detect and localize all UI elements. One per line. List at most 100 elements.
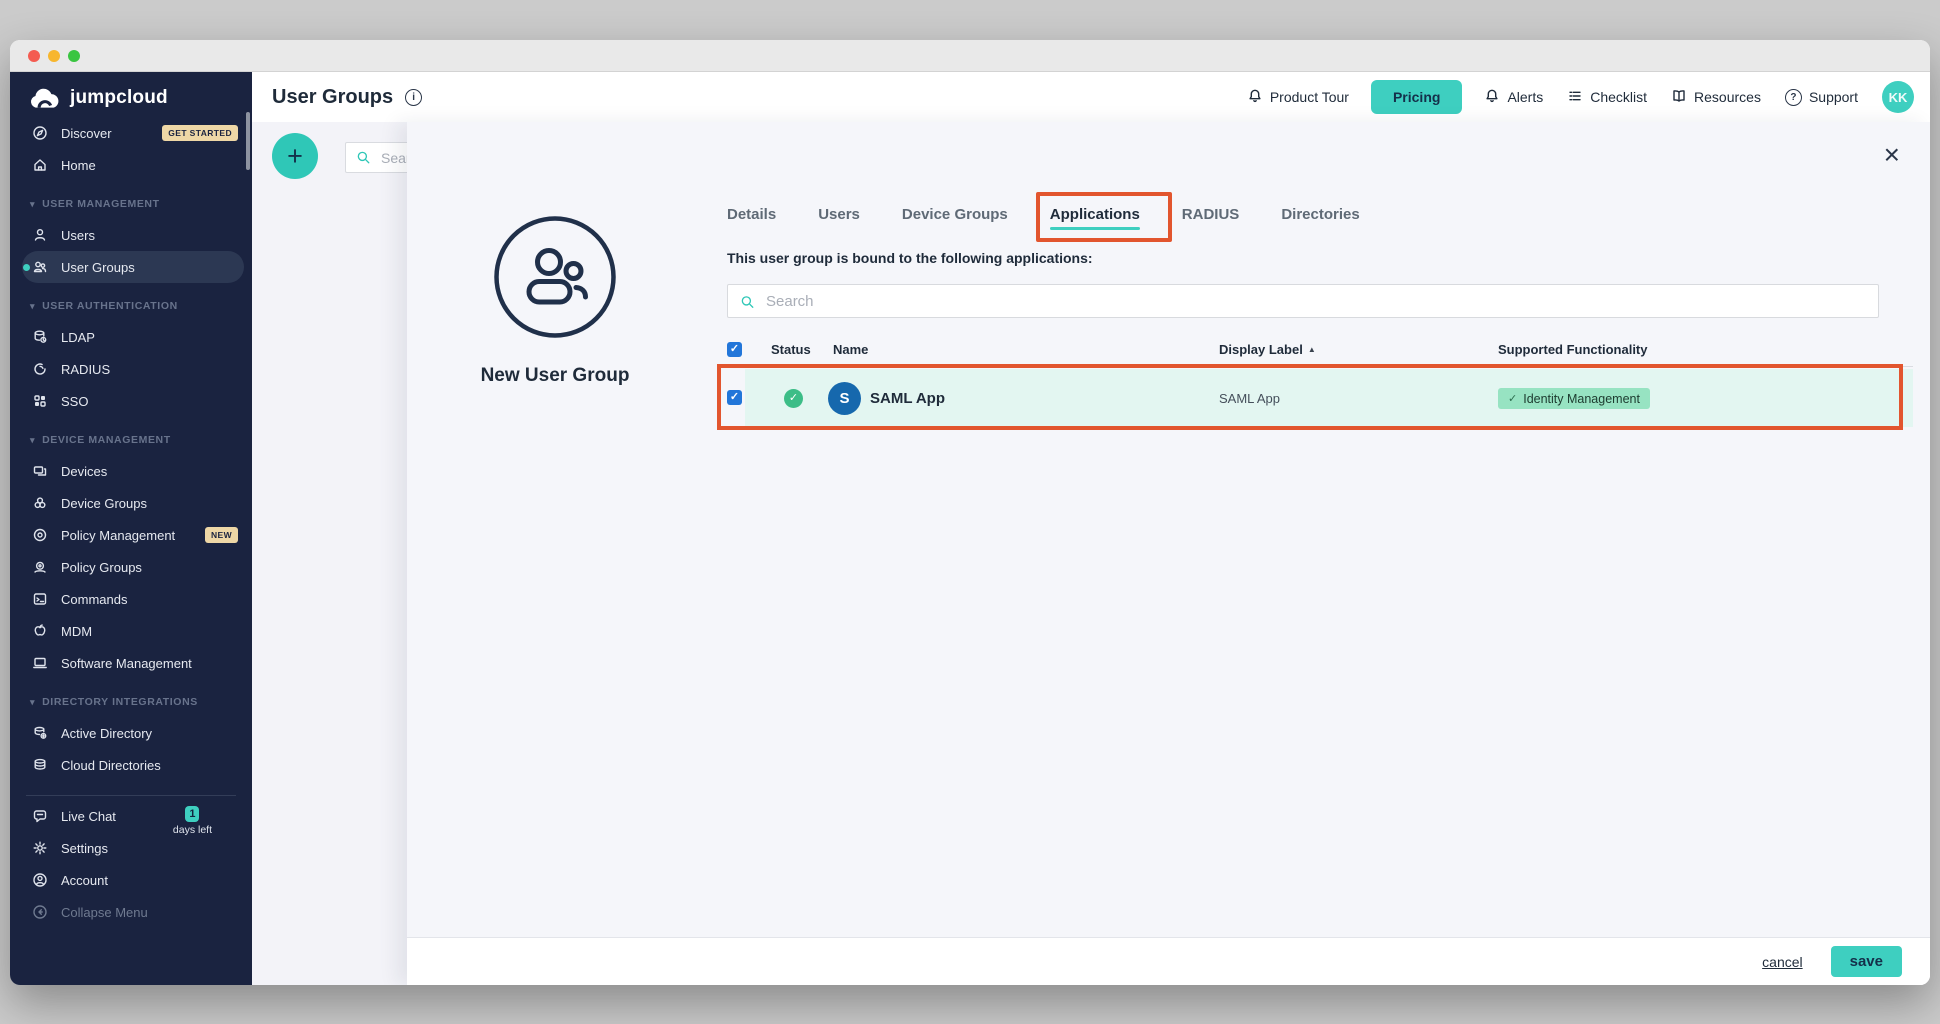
tab-applications[interactable]: Applications bbox=[1050, 206, 1140, 232]
sidebar-item-label: SSO bbox=[61, 394, 88, 409]
sidebar-item-software-management[interactable]: Software Management bbox=[22, 647, 244, 679]
alerts-bell-icon bbox=[1484, 88, 1500, 107]
row-checkbox[interactable]: ✓ bbox=[727, 390, 742, 405]
sidebar-item-account[interactable]: Account bbox=[22, 864, 244, 896]
sidebar-item-users[interactable]: Users bbox=[22, 219, 244, 251]
sidebar-item-commands[interactable]: Commands bbox=[22, 583, 244, 615]
sidebar-item-collapse-menu[interactable]: Collapse Menu bbox=[22, 896, 244, 928]
sidebar-item-mdm[interactable]: MDM bbox=[22, 615, 244, 647]
save-button[interactable]: save bbox=[1831, 946, 1902, 977]
user-group-icon bbox=[492, 214, 618, 340]
sidebar-item-home[interactable]: Home bbox=[22, 149, 244, 181]
checklist-icon bbox=[1567, 88, 1583, 107]
close-window-button[interactable] bbox=[28, 50, 40, 62]
sidebar-divider bbox=[26, 795, 236, 796]
product-tour-icon bbox=[1247, 88, 1263, 107]
sidebar-item-label: Cloud Directories bbox=[61, 758, 161, 773]
sidebar-item-label: MDM bbox=[61, 624, 92, 639]
sidebar-item-sso[interactable]: SSO bbox=[22, 385, 244, 417]
resources-book-icon bbox=[1671, 88, 1687, 107]
sidebar-item-devices[interactable]: Devices bbox=[22, 455, 244, 487]
sidebar-item-label: Commands bbox=[61, 592, 127, 607]
sidebar-item-label: Software Management bbox=[61, 656, 192, 671]
add-user-group-button[interactable]: + bbox=[272, 133, 318, 179]
jumpcloud-logo[interactable]: jumpcloud bbox=[10, 72, 252, 117]
sidebar-item-badge: GET STARTED bbox=[162, 125, 238, 141]
maximize-window-button[interactable] bbox=[68, 50, 80, 62]
sidebar-scrollbar-thumb[interactable] bbox=[246, 112, 250, 170]
chevron-down-icon: ▾ bbox=[30, 200, 35, 209]
tab-radius[interactable]: RADIUS bbox=[1182, 206, 1240, 232]
discover-icon bbox=[32, 125, 48, 141]
column-header-name[interactable]: Name bbox=[833, 334, 868, 366]
tab-details[interactable]: Details bbox=[727, 206, 776, 232]
chevron-down-icon: ▾ bbox=[30, 698, 35, 707]
sidebar-item-policy-management[interactable]: Policy ManagementNEW bbox=[22, 519, 244, 551]
sidebar-item-label: Policy Groups bbox=[61, 560, 142, 575]
tab-users[interactable]: Users bbox=[818, 206, 860, 232]
column-header-supported-functionality[interactable]: Supported Functionality bbox=[1498, 334, 1648, 366]
cancel-button[interactable]: cancel bbox=[1756, 953, 1808, 971]
home-icon bbox=[32, 157, 48, 173]
logo-wordmark: jumpcloud bbox=[70, 87, 168, 109]
sidebar-item-badge: NEW bbox=[205, 527, 238, 543]
checklist-button[interactable]: Checklist bbox=[1559, 82, 1655, 113]
close-icon[interactable]: × bbox=[1878, 140, 1906, 170]
row-app-name: SAML App bbox=[870, 382, 945, 415]
sidebar-item-active-directory[interactable]: Active Directory bbox=[22, 717, 244, 749]
nav-section-directory-integrations[interactable]: ▾DIRECTORY INTEGRATIONS bbox=[10, 679, 252, 717]
sidebar-item-user-groups[interactable]: User Groups bbox=[22, 251, 244, 283]
nav-section-device-management[interactable]: ▾DEVICE MANAGEMENT bbox=[10, 417, 252, 455]
info-icon[interactable]: i bbox=[405, 89, 422, 106]
header-actions: Product Tour Pricing Alerts Checklist Re… bbox=[1239, 80, 1914, 114]
applications-search-box bbox=[727, 284, 1879, 318]
user-group-detail-panel: × New User Group Details Users Device Grou… bbox=[407, 122, 1930, 985]
row-display-label: SAML App bbox=[1219, 382, 1280, 415]
search-icon bbox=[740, 294, 755, 309]
search-icon bbox=[356, 150, 371, 165]
entity-name: New User Group bbox=[425, 365, 685, 387]
check-icon: ✓ bbox=[730, 344, 739, 355]
sidebar: jumpcloud Discover GET STARTED Home▾USER M… bbox=[10, 72, 252, 985]
active-directory-icon bbox=[32, 725, 48, 741]
device-groups-icon bbox=[32, 495, 48, 511]
chevron-down-icon: ▾ bbox=[30, 302, 35, 311]
sidebar-item-device-groups[interactable]: Device Groups bbox=[22, 487, 244, 519]
sidebar-item-label: Discover bbox=[61, 126, 112, 141]
user-icon bbox=[32, 227, 48, 243]
select-all-checkbox[interactable]: ✓ bbox=[727, 342, 742, 357]
minimize-window-button[interactable] bbox=[48, 50, 60, 62]
sidebar-item-policy-groups[interactable]: Policy Groups bbox=[22, 551, 244, 583]
tab-directories[interactable]: Directories bbox=[1281, 206, 1359, 232]
sidebar-item-cloud-directories[interactable]: Cloud Directories bbox=[22, 749, 244, 781]
sidebar-nav: Discover GET STARTED Home▾USER MANAGEMENT U… bbox=[10, 117, 252, 781]
policy-groups-icon bbox=[32, 559, 48, 575]
support-button[interactable]: ? Support bbox=[1777, 83, 1866, 112]
mdm-icon bbox=[32, 623, 48, 639]
column-header-status[interactable]: Status bbox=[771, 334, 811, 366]
collapse-menu-icon bbox=[32, 904, 48, 920]
nav-section-user-authentication[interactable]: ▾USER AUTHENTICATION bbox=[10, 283, 252, 321]
column-header-display-label[interactable]: Display Label▲ bbox=[1219, 334, 1316, 366]
product-tour-button[interactable]: Product Tour bbox=[1239, 82, 1357, 113]
user-avatar[interactable]: KK bbox=[1882, 81, 1914, 113]
nav-section-user-management[interactable]: ▾USER MANAGEMENT bbox=[10, 181, 252, 219]
sidebar-item-live-chat[interactable]: Live Chat1days left bbox=[22, 800, 244, 832]
status-active-icon: ✓ bbox=[784, 389, 803, 408]
sidebar-item-label: Device Groups bbox=[61, 496, 147, 511]
sidebar-item-ldap[interactable]: LDAP bbox=[22, 321, 244, 353]
sidebar-item-radius[interactable]: RADIUS bbox=[22, 353, 244, 385]
sort-ascending-icon: ▲ bbox=[1308, 345, 1316, 354]
live-chat-icon bbox=[32, 808, 48, 824]
alerts-button[interactable]: Alerts bbox=[1476, 82, 1551, 113]
applications-search-input[interactable] bbox=[764, 292, 1866, 311]
pricing-button[interactable]: Pricing bbox=[1371, 80, 1462, 114]
resources-button[interactable]: Resources bbox=[1663, 82, 1769, 113]
sidebar-item-label: Devices bbox=[61, 464, 107, 479]
sidebar-item-settings[interactable]: Settings bbox=[22, 832, 244, 864]
sidebar-item-discover[interactable]: Discover GET STARTED bbox=[22, 117, 244, 149]
sidebar-item-label: Users bbox=[61, 228, 95, 243]
tab-device-groups[interactable]: Device Groups bbox=[902, 206, 1008, 232]
check-icon: ✓ bbox=[730, 392, 739, 403]
page-title: User Groups bbox=[272, 86, 393, 109]
